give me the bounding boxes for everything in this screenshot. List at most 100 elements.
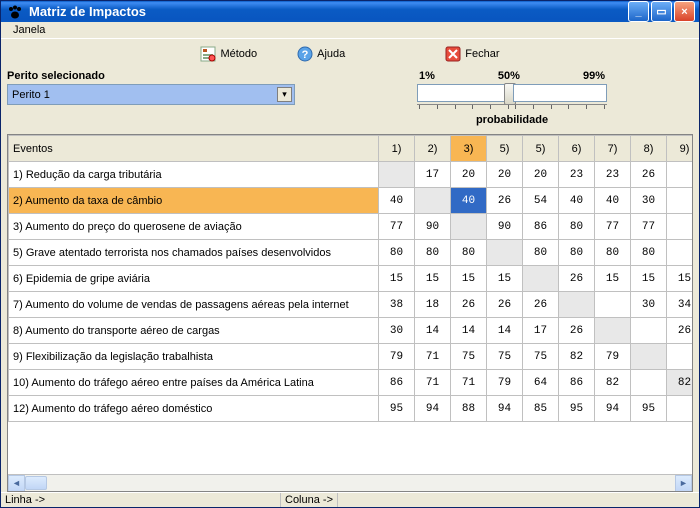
matrix-cell[interactable] [451,214,487,240]
matrix-cell[interactable]: 80 [379,240,415,266]
matrix-cell[interactable]: 54 [523,188,559,214]
matrix-cell[interactable]: 26 [667,318,693,344]
matrix-cell[interactable]: 79 [595,344,631,370]
titlebar[interactable]: Matriz de Impactos _ ▭ × [1,1,699,22]
table-row[interactable]: 1) Redução da carga tributária1720202023… [9,162,693,188]
menu-janela[interactable]: Janela [7,22,51,38]
column-header[interactable]: 9) [667,136,693,162]
matrix-cell[interactable]: 23 [595,162,631,188]
matrix-cell[interactable]: 80 [559,240,595,266]
matrix-cell[interactable]: 26 [487,292,523,318]
matrix-cell[interactable]: 14 [487,318,523,344]
matrix-cell[interactable] [559,292,595,318]
table-row[interactable]: 10) Aumento do tráfego aéreo entre paíse… [9,370,693,396]
horizontal-scrollbar[interactable]: ◄ ► [8,474,692,491]
matrix-cell[interactable]: 90 [487,214,523,240]
column-header[interactable]: 5) [487,136,523,162]
impact-matrix-table[interactable]: Eventos1)2)3)5)5)6)7)8)9) 1) Redução da … [8,135,692,474]
matrix-cell[interactable]: 15 [487,266,523,292]
matrix-cell[interactable]: 95 [631,396,667,422]
minimize-button[interactable]: _ [628,1,649,22]
matrix-cell[interactable]: 30 [379,318,415,344]
column-header[interactable]: 3) [451,136,487,162]
column-header[interactable]: 1) [379,136,415,162]
matrix-cell[interactable]: 75 [451,344,487,370]
matrix-cell[interactable]: 80 [523,240,559,266]
matrix-cell[interactable]: 15 [667,266,693,292]
matrix-cell[interactable]: 86 [559,370,595,396]
matrix-cell[interactable]: 75 [487,344,523,370]
matrix-cell[interactable]: 30 [631,188,667,214]
matrix-cell[interactable]: 30 [631,292,667,318]
matrix-cell[interactable]: 86 [379,370,415,396]
matrix-cell[interactable]: 38 [379,292,415,318]
matrix-cell[interactable]: 20 [487,162,523,188]
matrix-cell[interactable]: 79 [487,370,523,396]
matrix-cell[interactable] [667,344,693,370]
matrix-cell[interactable]: 80 [415,240,451,266]
table-row[interactable]: 12) Aumento do tráfego aéreo doméstico95… [9,396,693,422]
matrix-cell[interactable]: 80 [451,240,487,266]
matrix-cell[interactable] [595,292,631,318]
matrix-cell[interactable]: 71 [415,370,451,396]
matrix-cell[interactable]: 77 [595,214,631,240]
table-row[interactable]: 7) Aumento do volume de vendas de passag… [9,292,693,318]
matrix-cell[interactable]: 17 [523,318,559,344]
table-row[interactable]: 9) Flexibilização da legislação trabalhi… [9,344,693,370]
column-header[interactable]: 6) [559,136,595,162]
scroll-right-button[interactable]: ► [675,475,692,492]
matrix-cell[interactable]: 15 [379,266,415,292]
matrix-cell[interactable]: 15 [631,266,667,292]
table-row[interactable]: 6) Epidemia de gripe aviária151515152615… [9,266,693,292]
matrix-cell[interactable]: 40 [595,188,631,214]
matrix-cell[interactable] [667,162,693,188]
matrix-cell[interactable]: 15 [415,266,451,292]
maximize-button[interactable]: ▭ [651,1,672,22]
table-row[interactable]: 2) Aumento da taxa de câmbio404026544040… [9,188,693,214]
matrix-cell[interactable] [667,240,693,266]
fechar-button[interactable]: Fechar [445,46,499,62]
matrix-cell[interactable]: 20 [523,162,559,188]
matrix-cell[interactable]: 85 [523,396,559,422]
matrix-cell[interactable] [631,344,667,370]
matrix-cell[interactable]: 80 [559,214,595,240]
matrix-cell[interactable]: 64 [523,370,559,396]
matrix-cell[interactable]: 17 [415,162,451,188]
expert-select[interactable]: Perito 1 ▾ [7,84,295,105]
matrix-cell[interactable]: 77 [631,214,667,240]
matrix-cell[interactable] [487,240,523,266]
matrix-cell[interactable]: 82 [595,370,631,396]
scroll-left-button[interactable]: ◄ [8,475,25,492]
matrix-cell[interactable]: 95 [559,396,595,422]
matrix-cell[interactable]: 86 [523,214,559,240]
matrix-cell[interactable]: 94 [415,396,451,422]
matrix-cell[interactable] [595,318,631,344]
matrix-cell[interactable]: 82 [559,344,595,370]
matrix-cell[interactable]: 34 [667,292,693,318]
matrix-cell[interactable] [667,214,693,240]
matrix-cell[interactable]: 40 [379,188,415,214]
matrix-cell[interactable]: 40 [559,188,595,214]
matrix-cell[interactable]: 26 [523,292,559,318]
column-header[interactable]: 8) [631,136,667,162]
matrix-cell[interactable]: 71 [415,344,451,370]
matrix-cell[interactable]: 95 [379,396,415,422]
matrix-cell[interactable]: 26 [487,188,523,214]
matrix-cell[interactable]: 14 [451,318,487,344]
matrix-cell[interactable]: 26 [559,318,595,344]
column-header[interactable]: 5) [523,136,559,162]
matrix-cell[interactable]: 26 [559,266,595,292]
matrix-cell[interactable]: 15 [451,266,487,292]
matrix-cell[interactable]: 94 [487,396,523,422]
matrix-cell[interactable]: 82 [667,370,693,396]
table-row[interactable]: 5) Grave atentado terrorista nos chamado… [9,240,693,266]
matrix-cell[interactable]: 26 [631,162,667,188]
matrix-cell[interactable]: 80 [595,240,631,266]
matrix-cell[interactable]: 79 [379,344,415,370]
column-header[interactable]: 2) [415,136,451,162]
matrix-cell[interactable]: 14 [415,318,451,344]
scrollbar-thumb[interactable] [25,476,47,490]
close-button[interactable]: × [674,1,695,22]
matrix-cell[interactable]: 40 [451,188,487,214]
matrix-cell[interactable] [523,266,559,292]
